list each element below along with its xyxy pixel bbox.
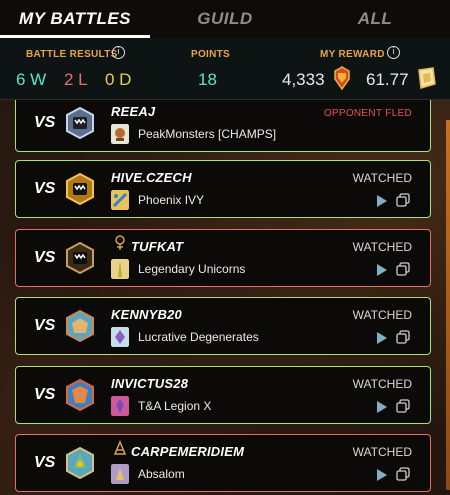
battle-status: OPPONENT FLED bbox=[323, 108, 412, 119]
rank-badge-icon bbox=[66, 172, 94, 206]
play-icon[interactable] bbox=[376, 468, 388, 482]
guild-name: Phoenix IVY bbox=[138, 193, 205, 207]
tab-bar: MY BATTLES GUILD ALL bbox=[0, 0, 450, 38]
tab-my-battles[interactable]: MY BATTLES bbox=[0, 0, 150, 38]
play-icon[interactable] bbox=[376, 400, 388, 414]
rank-badge-icon bbox=[66, 446, 94, 480]
tab-guild[interactable]: GUILD bbox=[150, 0, 300, 38]
battle-summary: BATTLE RESULTS i 6 W 2 L 0 D POINTS 18 M… bbox=[0, 38, 450, 100]
wins-count: 6 W bbox=[16, 70, 47, 89]
battle-results-label: BATTLE RESULTS bbox=[26, 49, 118, 60]
guild-name: Lucrative Degenerates bbox=[138, 330, 259, 344]
vs-label: VS bbox=[34, 454, 56, 471]
rank-badge-icon bbox=[66, 309, 94, 343]
opponent-name[interactable]: REEAJ bbox=[111, 104, 155, 119]
play-icon[interactable] bbox=[376, 331, 388, 345]
points-value: 18 bbox=[198, 70, 217, 89]
opponent-name[interactable]: KENNYB20 bbox=[111, 307, 182, 322]
guild-name: PeakMonsters [CHAMPS] bbox=[138, 127, 277, 141]
copy-icon[interactable] bbox=[396, 399, 410, 413]
title-emblem-icon bbox=[113, 440, 127, 455]
vs-label: VS bbox=[34, 114, 56, 131]
guild-name: Absalom bbox=[138, 467, 185, 481]
vs-label: VS bbox=[34, 317, 56, 334]
rank-badge-icon bbox=[66, 241, 94, 275]
battle-row[interactable]: VS REEAJ PeakMonsters [CHAMPS] OPPONENT … bbox=[15, 100, 431, 152]
guild-emblem-icon bbox=[111, 464, 129, 484]
reward-dec-value: 4,333 bbox=[282, 70, 325, 89]
my-reward-label: MY REWARD bbox=[320, 49, 385, 60]
my-reward-info-icon[interactable]: i bbox=[387, 46, 400, 59]
rank-badge-icon bbox=[66, 106, 94, 140]
battle-row[interactable]: VS CARPEMERIDIEM Absalom WATCHED bbox=[15, 434, 431, 492]
vs-label: VS bbox=[34, 386, 56, 403]
battle-row[interactable]: VS KENNYB20 Lucrative Degenerates WATCHE… bbox=[15, 297, 431, 355]
copy-icon[interactable] bbox=[396, 330, 410, 344]
scrollbar[interactable] bbox=[446, 120, 450, 490]
draws-count: 0 D bbox=[105, 70, 132, 89]
vs-label: VS bbox=[34, 249, 56, 266]
opponent-name[interactable]: TUFKAT bbox=[131, 239, 183, 254]
battle-row[interactable]: VS HIVE.CZECH Phoenix IVY WATCHED bbox=[15, 160, 431, 218]
battle-status: WATCHED bbox=[352, 445, 412, 459]
opponent-name[interactable]: HIVE.CZECH bbox=[111, 170, 192, 185]
battle-results-info-icon[interactable]: i bbox=[112, 46, 125, 59]
title-emblem-icon bbox=[115, 235, 125, 250]
copy-icon[interactable] bbox=[396, 262, 410, 276]
copy-icon[interactable] bbox=[396, 193, 410, 207]
rank-badge-icon bbox=[66, 378, 94, 412]
battle-status: WATCHED bbox=[352, 240, 412, 254]
guild-name: Legendary Unicorns bbox=[138, 262, 246, 276]
play-icon[interactable] bbox=[376, 263, 388, 277]
guild-emblem-icon bbox=[111, 190, 129, 210]
guild-emblem-icon bbox=[111, 327, 129, 347]
battle-row[interactable]: VS TUFKAT Legendary Unicorns WATCHED bbox=[15, 229, 431, 287]
reward-sps-value: 61.77 bbox=[366, 70, 409, 89]
dec-token-icon bbox=[334, 66, 350, 90]
guild-emblem-icon bbox=[111, 124, 129, 144]
guild-name: T&A Legion X bbox=[138, 399, 212, 413]
battle-row[interactable]: VS INVICTUS28 T&A Legion X WATCHED bbox=[15, 366, 431, 424]
guild-emblem-icon bbox=[111, 396, 129, 416]
guild-emblem-icon bbox=[111, 259, 129, 279]
copy-icon[interactable] bbox=[396, 467, 410, 481]
battle-status: WATCHED bbox=[352, 308, 412, 322]
vs-label: VS bbox=[34, 180, 56, 197]
losses-count: 2 L bbox=[64, 70, 88, 89]
battle-status: WATCHED bbox=[352, 171, 412, 185]
battle-list: VS REEAJ PeakMonsters [CHAMPS] OPPONENT … bbox=[0, 100, 450, 495]
opponent-name[interactable]: CARPEMERIDIEM bbox=[131, 444, 244, 459]
play-icon[interactable] bbox=[376, 194, 388, 208]
opponent-name[interactable]: INVICTUS28 bbox=[111, 376, 188, 391]
battle-status: WATCHED bbox=[352, 377, 412, 391]
sps-token-icon bbox=[418, 67, 436, 89]
tab-all[interactable]: ALL bbox=[300, 0, 450, 38]
points-label: POINTS bbox=[191, 49, 231, 60]
